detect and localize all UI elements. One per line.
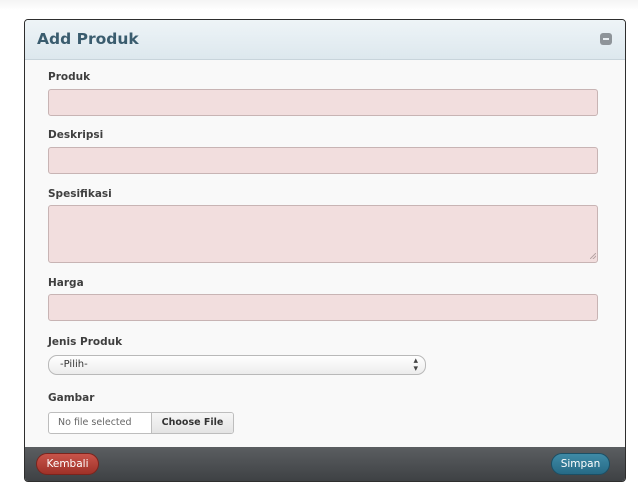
file-status-text: No file selected (58, 417, 132, 428)
choose-file-label: Choose File (161, 417, 224, 428)
modal-title: Add Produk (37, 30, 139, 48)
simpan-label: Simpan (560, 458, 601, 470)
gambar-file-input[interactable]: No file selected Choose File (48, 412, 234, 434)
textarea-resize-icon[interactable] (590, 253, 596, 259)
produk-label: Produk (48, 71, 91, 83)
kembali-button[interactable]: Kembali (36, 453, 99, 475)
modal-header: Add Produk (25, 20, 625, 60)
spesifikasi-label: Spesifikasi (48, 188, 112, 200)
produk-input[interactable] (48, 89, 598, 116)
spesifikasi-textarea[interactable] (48, 205, 598, 263)
modal-footer: Kembali Simpan (25, 447, 625, 481)
gambar-label: Gambar (48, 392, 95, 404)
add-product-modal: Add Produk Produk Deskripsi Spesifikasi … (24, 19, 626, 482)
deskripsi-label: Deskripsi (48, 129, 104, 141)
select-updown-icon: ▴ ▾ (413, 356, 418, 374)
jenis-produk-label: Jenis Produk (48, 336, 123, 348)
choose-file-button[interactable]: Choose File (151, 413, 233, 433)
simpan-button[interactable]: Simpan (551, 453, 610, 475)
harga-label: Harga (48, 277, 84, 289)
deskripsi-input[interactable] (48, 147, 598, 174)
jenis-produk-select[interactable]: -Pilih- ▴ ▾ (48, 355, 426, 375)
kembali-label: Kembali (46, 458, 89, 470)
minimize-icon[interactable] (600, 33, 612, 45)
page-top-strip (0, 0, 638, 10)
harga-input[interactable] (48, 294, 598, 321)
jenis-produk-selected: -Pilih- (60, 359, 88, 370)
